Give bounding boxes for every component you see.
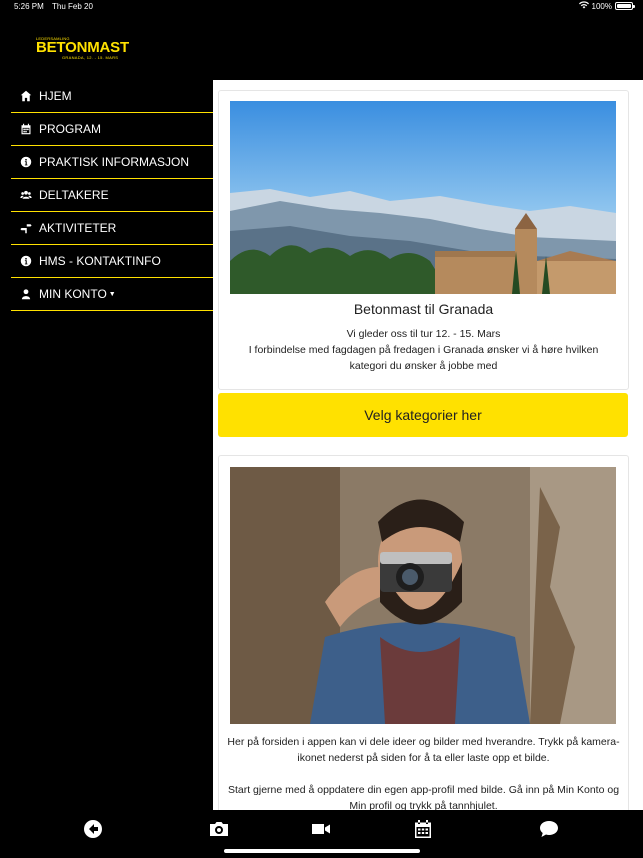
battery-icon — [615, 2, 635, 10]
sidebar-item-label: AKTIVITETER — [39, 221, 117, 235]
sidebar-item-label: HJEM — [39, 89, 72, 103]
sidebar-item-praktisk-informasjon[interactable]: PRAKTISK INFORMASJON — [11, 146, 213, 179]
back-arrow-icon[interactable] — [82, 818, 104, 840]
signpost-icon — [19, 221, 33, 235]
man-with-camera-image — [230, 467, 616, 724]
info-circle-icon — [19, 254, 33, 268]
users-icon — [19, 188, 33, 202]
status-date: Thu Feb 20 — [52, 2, 93, 11]
card-body: Vi gleder oss til tur 12. - 15. Mars I f… — [229, 326, 618, 374]
calendar-icon — [19, 122, 33, 136]
calendar-icon[interactable] — [412, 818, 434, 840]
camera-icon[interactable] — [208, 818, 230, 840]
caret-down-icon: ▼ — [108, 290, 116, 298]
sidebar-item-label: PROGRAM — [39, 122, 102, 136]
chat-bubble-icon[interactable] — [538, 818, 560, 840]
sidebar-item-hms-kontaktinfo[interactable]: HMS - KONTAKTINFO — [11, 245, 213, 278]
card-body: Her på forsiden i appen kan vi dele idee… — [227, 734, 620, 810]
sidebar-item-min-konto[interactable]: MIN KONTO ▼ — [11, 278, 213, 311]
user-icon — [19, 287, 33, 301]
status-bar: 5:26 PM Thu Feb 20 100% — [0, 0, 643, 14]
battery-level — [617, 4, 631, 8]
sidebar-item-label: PRAKTISK INFORMASJON — [39, 155, 190, 169]
choose-categories-button[interactable]: Velg kategorier her — [218, 393, 628, 437]
card-paragraph: Her på forsiden i appen kan vi dele idee… — [227, 736, 620, 764]
status-time: 5:26 PM — [14, 2, 44, 11]
card-title: Betonmast til Granada — [353, 301, 494, 317]
sidebar-item-label: HMS - KONTAKTINFO — [39, 254, 161, 268]
card-text-line: Vi gleder oss til tur 12. - 15. Mars — [346, 328, 501, 340]
sidebar-item-deltakere[interactable]: DELTAKERE — [11, 179, 213, 212]
wifi-icon — [578, 1, 589, 11]
betonmast-logo: LEDERSAMLING BETONMAST GRANADA, 12. - 15… — [36, 36, 129, 66]
sidebar-menu: HJEM PROGRAM PRAKTISK INFORMASJON DELTAK… — [11, 80, 213, 311]
welcome-card: Betonmast til Granada Vi gleder oss til … — [218, 90, 629, 390]
sidebar-item-aktiviteter[interactable]: AKTIVITETER — [11, 212, 213, 245]
status-indicators: 100% — [578, 1, 635, 11]
info-card: Her på forsiden i appen kan vi dele idee… — [218, 455, 629, 810]
sidebar-item-label: DELTAKERE — [39, 188, 109, 202]
sidebar-item-hjem[interactable]: HJEM — [11, 80, 213, 113]
granada-landscape-image — [230, 101, 616, 294]
battery-percent: 100% — [591, 1, 612, 11]
info-circle-icon — [19, 155, 33, 169]
home-indicator — [224, 849, 420, 853]
card-text-line: I forbindelse med fagdagen på fredagen i… — [248, 344, 599, 372]
card-paragraph: Start gjerne med å oppdatere din egen ap… — [227, 784, 620, 810]
sidebar-item-label: MIN KONTO — [39, 287, 107, 301]
home-icon — [19, 89, 33, 103]
logo-sub-text: GRANADA, 12. - 15. MARS — [62, 55, 119, 60]
video-camera-icon[interactable] — [310, 818, 332, 840]
main-feed[interactable]: Betonmast til Granada Vi gleder oss til … — [213, 80, 643, 810]
logo-main-text: BETONMAST — [36, 39, 129, 56]
sidebar-item-program[interactable]: PROGRAM — [11, 113, 213, 146]
